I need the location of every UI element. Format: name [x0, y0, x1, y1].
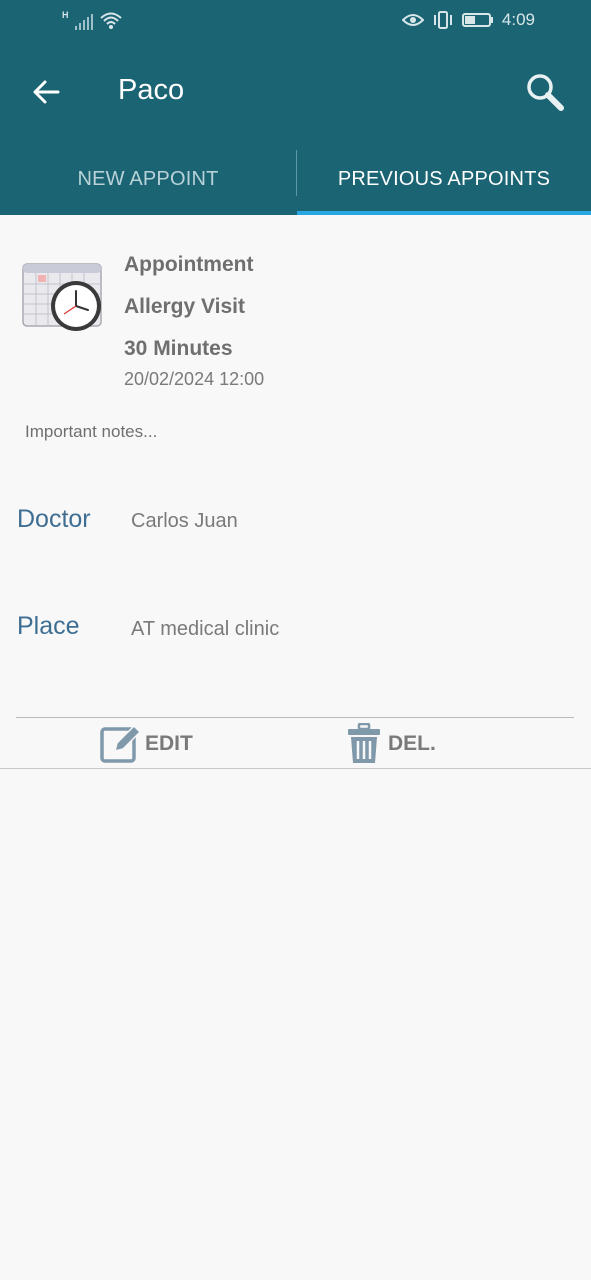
wifi-icon [99, 12, 122, 29]
vibrate-icon [433, 11, 452, 29]
appointment-notes: Important notes... [25, 422, 158, 441]
status-bar: H 4:09 [0, 0, 591, 44]
delete-button[interactable]: DEL. [346, 720, 436, 768]
calendar-clock-icon [22, 263, 102, 331]
back-arrow-icon[interactable] [28, 74, 64, 110]
network-type: H [62, 10, 69, 20]
appointment-type: Appointment [124, 253, 254, 276]
appointment-reason: Allergy Visit [124, 295, 245, 318]
battery-icon [461, 13, 493, 27]
appointment-datetime: 20/02/2024 12:00 [124, 369, 265, 389]
delete-label: DEL. [388, 732, 436, 755]
doctor-label: Doctor [17, 505, 91, 533]
actions-divider-bottom [0, 768, 591, 769]
status-right: 4:09 [401, 10, 535, 30]
place-value: AT medical clinic [131, 618, 280, 640]
actions-divider-top [16, 717, 574, 718]
clock: 4:09 [501, 10, 535, 29]
place-label: Place [17, 612, 80, 640]
edit-button[interactable]: EDIT [99, 720, 193, 768]
app-header: H 4:09 Paco NEW APPOINT PREVIOUS APPOINT… [0, 0, 591, 215]
tab-selected-indicator [297, 211, 591, 215]
appointment-duration: 30 Minutes [124, 337, 233, 360]
tab-previous-appoints[interactable]: PREVIOUS APPOINTS [297, 144, 591, 215]
eye-icon [401, 14, 424, 26]
tab-new-appoint[interactable]: NEW APPOINT [0, 144, 296, 215]
toolbar: Paco [0, 44, 591, 144]
tab-bar: NEW APPOINT PREVIOUS APPOINTS [0, 144, 591, 215]
doctor-value: Carlos Juan [131, 510, 238, 532]
page-title: Paco [118, 74, 185, 106]
signal-icon [74, 14, 93, 30]
search-icon[interactable] [524, 71, 566, 113]
trash-icon [348, 723, 380, 763]
status-left: H [62, 10, 123, 30]
edit-icon [100, 724, 141, 763]
edit-label: EDIT [145, 732, 193, 755]
